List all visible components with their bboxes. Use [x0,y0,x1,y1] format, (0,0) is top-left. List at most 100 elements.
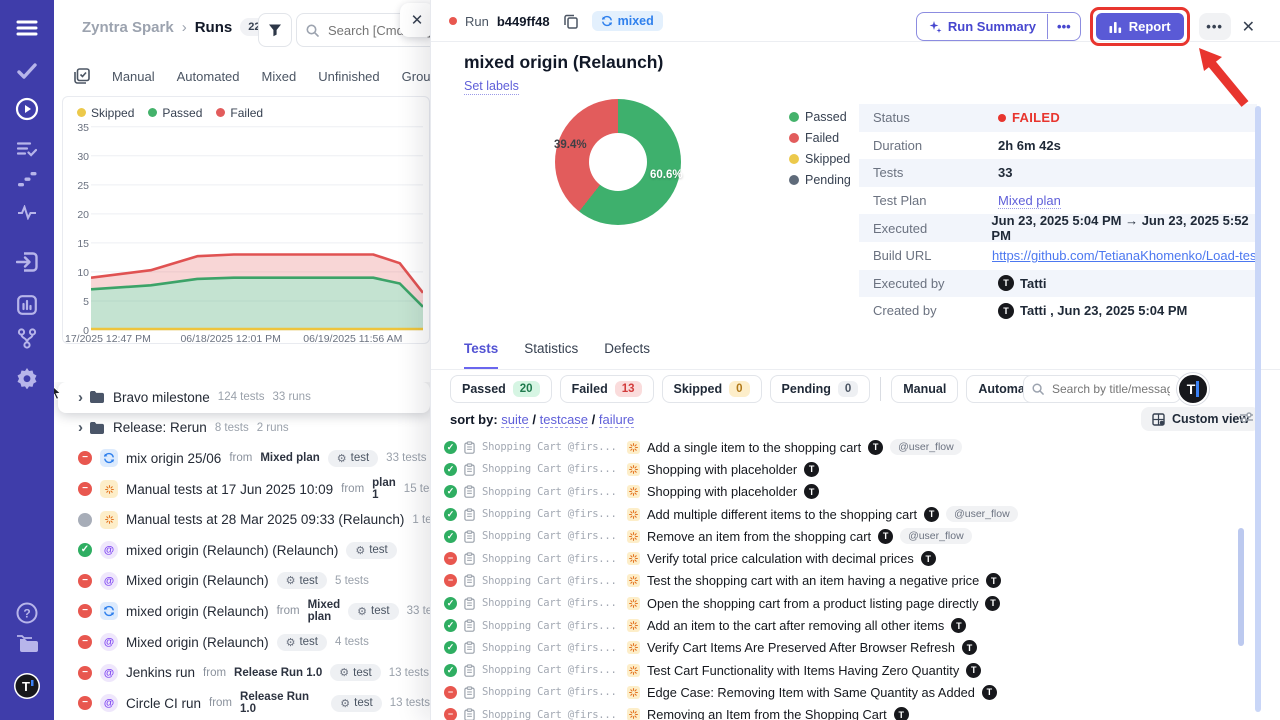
tests-scrollbar[interactable] [1238,528,1244,646]
plan-link[interactable]: Release Run 1.0 [240,691,323,715]
plan-link[interactable]: Release Run 1.0 [234,667,322,679]
suite-name[interactable]: Shopping Cart @firs... [482,709,620,720]
test-row[interactable]: ✓Shopping Cart @firs...Verify Cart Items… [431,637,1257,659]
run-list-item[interactable]: −mix origin 25/06fromMixed plan⚙test33 t… [54,443,430,474]
suite-name[interactable]: Shopping Cart @firs... [482,553,620,565]
check-icon[interactable] [0,63,54,79]
test-row[interactable]: ✓Shopping Cart @firs...Add multiple diff… [431,503,1257,525]
tab-defects[interactable]: Defects [604,341,650,369]
filter-failed-button[interactable]: Failed13 [560,375,654,403]
tab-unfinished[interactable]: Unfinished [318,69,379,84]
assignee-filter-avatar[interactable]: T [1177,373,1209,405]
tab-tests[interactable]: Tests [464,341,498,369]
filter-pending-button[interactable]: Pending0 [770,375,871,403]
build-url-link[interactable]: https://github.com/TetianaKhomenko/Load-… [992,248,1257,263]
tests-search-input[interactable] [1050,381,1172,397]
test-title[interactable]: Shopping with placeholder [647,484,797,499]
test-row[interactable]: ✓Shopping Cart @firs...Add an item to th… [431,614,1257,636]
panel-scrollbar[interactable] [1255,106,1261,712]
suite-name[interactable]: Shopping Cart @firs... [482,620,620,632]
project-name[interactable]: Zyntra Spark [82,19,174,36]
run-list-item[interactable]: ›Bravo milestone124 tests33 runs [58,382,430,413]
run-list-item[interactable]: ›Release: Rerun8 tests2 runs [54,413,430,444]
suite-name[interactable]: Shopping Cart @firs... [482,441,620,453]
test-row[interactable]: ✓Shopping Cart @firs...Remove an item fr… [431,525,1257,547]
bar-chart-icon[interactable] [0,295,54,315]
test-row[interactable]: −Shopping Cart @firs...Test the shopping… [431,570,1257,592]
tests-search[interactable] [1023,375,1181,403]
test-row[interactable]: ✓Shopping Cart @firs...Shopping with pla… [431,458,1257,480]
list-check-icon[interactable] [0,141,54,157]
chevron-right-icon[interactable]: › [78,419,83,436]
view-settings-icon[interactable] [1239,411,1254,424]
run-list-item[interactable]: −@Circle CI runfromRelease Run 1.0⚙test1… [54,688,430,719]
test-title[interactable]: Test Cart Functionality with Items Havin… [647,663,959,678]
test-title[interactable]: Verify total price calculation with deci… [647,551,914,566]
plan-link[interactable]: Mixed plan [260,452,319,464]
test-title[interactable]: Shopping with placeholder [647,462,797,477]
activity-icon[interactable] [0,205,54,220]
branch-icon[interactable] [0,328,54,349]
test-row[interactable]: −Shopping Cart @firs...Removing an Item … [431,704,1257,720]
test-title[interactable]: Test the shopping cart with an item havi… [647,573,979,588]
run-list-item[interactable]: −@Jenkins runfromRelease Run 1.0⚙test13 … [54,657,430,688]
test-title[interactable]: Edge Case: Removing Item with Same Quant… [647,685,975,700]
suite-name[interactable]: Shopping Cart @firs... [482,530,620,542]
suite-name[interactable]: Shopping Cart @firs... [482,597,620,609]
plan-link[interactable]: Mixed plan [308,599,341,623]
test-row[interactable]: ✓Shopping Cart @firs...Open the shopping… [431,592,1257,614]
more-actions-button[interactable]: ••• [1199,13,1231,40]
tab-mixed[interactable]: Mixed [262,69,297,84]
report-button[interactable]: Report [1096,13,1184,40]
suite-name[interactable]: Shopping Cart @firs... [482,664,620,676]
select-all-icon[interactable] [74,68,90,84]
settings-gear-icon[interactable] [0,367,54,389]
run-list-item[interactable]: −@Mixed origin (Relaunch)⚙test5 tests [54,566,430,597]
run-summary-more-button[interactable]: ••• [1047,14,1080,39]
test-row[interactable]: ✓Shopping Cart @firs...Shopping with pla… [431,481,1257,503]
suite-name[interactable]: Shopping Cart @firs... [482,508,620,520]
filter-button[interactable] [258,13,292,47]
suite-name[interactable]: Shopping Cart @firs... [482,463,620,475]
run-list-item[interactable]: −@Mixed origin (Relaunch)⚙test4 tests [54,627,430,658]
run-summary-button[interactable]: Run Summary [917,19,1047,34]
run-list-item[interactable]: −mixed origin (Relaunch)fromMixed plan⚙t… [54,596,430,627]
test-plan-link[interactable]: Mixed plan [998,193,1061,209]
run-list-item[interactable]: −Manual tests at 17 Jun 2025 10:09frompl… [54,474,430,505]
test-title[interactable]: Removing an Item from the Shopping Cart [647,707,887,720]
projects-folder-icon[interactable] [0,634,54,654]
plan-link[interactable]: plan 1 [372,477,396,501]
test-title[interactable]: Add multiple different items to the shop… [647,507,917,522]
tab-statistics[interactable]: Statistics [524,341,578,369]
set-labels-link[interactable]: Set labels [464,79,519,95]
chevron-right-icon[interactable]: › [78,389,83,406]
copy-icon[interactable] [564,14,578,29]
sort-testcase-link[interactable]: testcase [540,412,588,428]
tab-manual[interactable]: Manual [112,69,155,84]
test-title[interactable]: Add an item to the cart after removing a… [647,618,944,633]
filter-skipped-button[interactable]: Skipped0 [662,375,762,403]
filter-passed-button[interactable]: Passed20 [450,375,552,403]
suite-name[interactable]: Shopping Cart @firs... [482,575,620,587]
suite-name[interactable]: Shopping Cart @firs... [482,486,620,498]
suite-name[interactable]: Shopping Cart @firs... [482,686,620,698]
test-title[interactable]: Remove an item from the shopping cart [647,529,871,544]
test-row[interactable]: ✓Shopping Cart @firs...Test Cart Functio… [431,659,1257,681]
import-icon[interactable] [0,252,54,272]
test-row[interactable]: −Shopping Cart @firs...Verify total pric… [431,547,1257,569]
run-list-item[interactable]: Manual tests at 28 Mar 2025 09:33 (Relau… [54,504,430,535]
filter-manual-button[interactable]: Manual [891,375,958,403]
test-row[interactable]: ✓Shopping Cart @firs...Add a single item… [431,436,1257,458]
help-icon[interactable]: ? [0,602,54,624]
test-title[interactable]: Verify Cart Items Are Preserved After Br… [647,640,955,655]
tab-automated[interactable]: Automated [177,69,240,84]
user-avatar[interactable]: T [0,672,54,700]
test-row[interactable]: −Shopping Cart @firs...Edge Case: Removi… [431,681,1257,703]
run-list-item[interactable]: ✓@mixed origin (Relaunch) (Relaunch)⚙tes… [54,535,430,566]
suite-name[interactable]: Shopping Cart @firs... [482,642,620,654]
sort-failure-link[interactable]: failure [599,412,634,428]
menu-icon[interactable] [0,19,54,37]
runs-play-icon[interactable] [0,97,54,121]
panel-close-button[interactable]: ✕ [1240,17,1257,37]
test-title[interactable]: Add a single item to the shopping cart [647,440,861,455]
